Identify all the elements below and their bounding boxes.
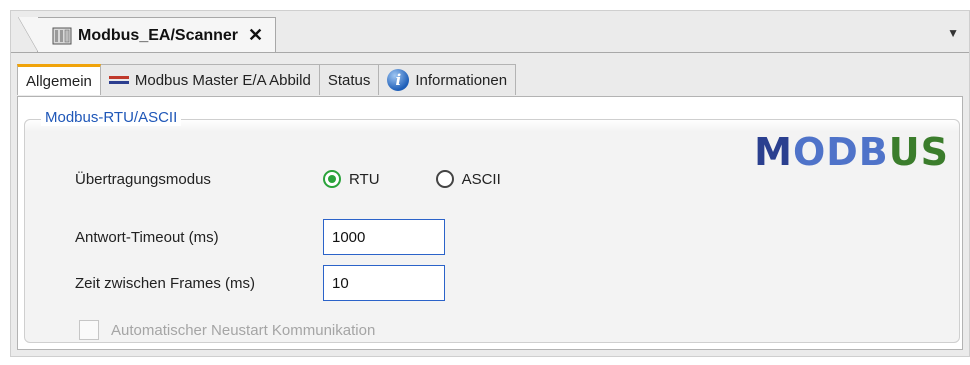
radio-rtu[interactable]: RTU (323, 170, 380, 188)
tab-bar: Allgemein Modbus Master E/A Abbild Statu… (17, 64, 517, 96)
tab-content-panel: Modbus-RTU/ASCII MODBUS Übertragungsmodu… (17, 97, 963, 350)
modbus-master-icon (108, 76, 129, 84)
dropdown-icon[interactable]: ▼ (947, 26, 959, 40)
modbus-logo: MODBUS (754, 130, 949, 174)
frame-gap-row: Zeit zwischen Frames (ms) (75, 265, 445, 301)
logo-part: US (888, 130, 949, 174)
response-timeout-row: Antwort-Timeout (ms) (75, 219, 445, 255)
response-timeout-label: Antwort-Timeout (ms) (75, 228, 219, 246)
device-icon (52, 27, 72, 44)
document-tab[interactable]: Modbus_EA/Scanner ✕ (17, 17, 277, 53)
document-tab-divider (11, 52, 969, 53)
modbus-rtu-ascii-group: Modbus-RTU/ASCII MODBUS Übertragungsmodu… (24, 109, 960, 343)
radio-rtu-label: RTU (349, 170, 380, 188)
tab-allgemein[interactable]: Allgemein (17, 64, 101, 95)
document-tab-strip: Modbus_EA/Scanner ✕ ▼ (11, 11, 969, 57)
tab-label: Allgemein (26, 72, 92, 90)
tab-status[interactable]: Status (318, 64, 380, 95)
tab-modbus-master-io-image[interactable]: Modbus Master E/A Abbild (99, 64, 320, 95)
transmission-mode-label: Übertragungsmodus (75, 170, 211, 188)
group-title: Modbus-RTU/ASCII (41, 109, 182, 126)
response-timeout-input[interactable] (323, 219, 445, 255)
modbus-scanner-window: Modbus_EA/Scanner ✕ ▼ Allgemein Modbus M… (10, 10, 970, 357)
logo-part: M (754, 130, 793, 174)
logo-part: ODB (792, 130, 889, 174)
document-tab-title: Modbus_EA/Scanner (78, 26, 239, 44)
auto-restart-checkbox[interactable] (79, 320, 99, 340)
frame-gap-input[interactable] (323, 265, 445, 301)
frame-gap-label: Zeit zwischen Frames (ms) (75, 274, 256, 292)
tab-label: Informationen (415, 71, 508, 89)
auto-restart-row: Automatischer Neustart Kommunikation (79, 320, 375, 340)
radio-rtu-indicator[interactable] (323, 170, 341, 188)
tab-label: Status (327, 71, 371, 89)
info-icon: i (387, 69, 410, 91)
tab-informationen[interactable]: i Informationen (378, 64, 517, 95)
transmission-mode-row: Übertragungsmodus RTU ASCII (75, 170, 557, 188)
radio-ascii-label: ASCII (461, 170, 501, 188)
auto-restart-label: Automatischer Neustart Kommunikation (111, 321, 376, 339)
close-icon[interactable]: ✕ (248, 25, 263, 46)
tab-label: Modbus Master E/A Abbild (134, 71, 311, 89)
radio-ascii-indicator[interactable] (435, 170, 454, 188)
radio-ascii[interactable]: ASCII (435, 170, 501, 188)
